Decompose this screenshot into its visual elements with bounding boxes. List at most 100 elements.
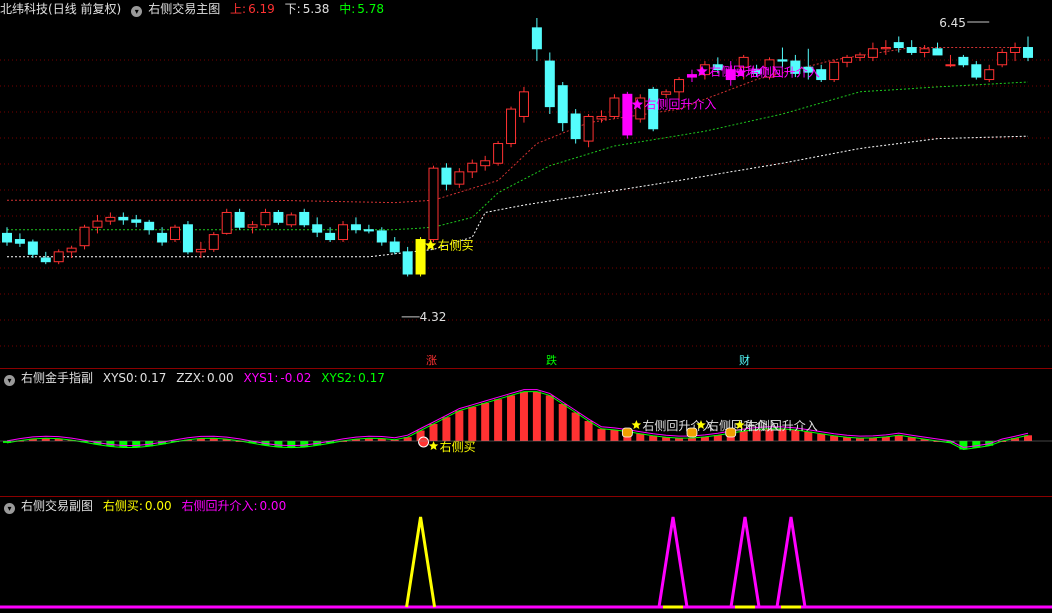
up-label: 上:: [230, 2, 247, 16]
indicator-bar: [274, 441, 283, 448]
candle: [583, 114, 594, 148]
candle: [182, 221, 193, 255]
candle-body: [273, 211, 284, 223]
candle: [609, 94, 620, 119]
right-buy-signal-label: 右侧买: [438, 237, 474, 252]
indicator-bar: [597, 428, 606, 441]
candle-body: [299, 211, 310, 226]
candle-body: [350, 224, 361, 231]
candle-body: [544, 60, 555, 108]
golden-finger-chart[interactable]: 右侧买右侧回升介入右侧回升介入右侧回升介入: [0, 369, 1052, 496]
candle: [932, 42, 943, 56]
indicator-bar: [817, 433, 826, 441]
candle-body: [286, 214, 297, 226]
readd-signal-label: 右侧回升介入:: [181, 499, 258, 513]
buy-signal-spike: [405, 516, 437, 608]
sub-indicator-pane-2[interactable]: ▾ 右侧交易副图 右侧买: 0.00 右侧回升介入: 0.00: [0, 497, 1052, 613]
candle-body: [66, 247, 77, 253]
candle-body: [829, 61, 840, 81]
candle-body: [389, 241, 400, 253]
candle: [40, 251, 51, 265]
candle: [144, 219, 155, 235]
candle: [622, 91, 633, 139]
readd-signal-value: 0.00: [259, 499, 287, 513]
candle: [906, 40, 917, 55]
main-chart-pane[interactable]: 6.454.32右侧买右侧回升介入右侧回升介入右侧回升介入涨跌财 北纬科技(日线…: [0, 0, 1052, 368]
indicator-bar: [972, 441, 981, 448]
candle-body: [131, 219, 142, 223]
candle: [118, 212, 129, 225]
candle-body: [854, 54, 865, 58]
sub2-title[interactable]: 右侧交易副图: [21, 499, 93, 513]
candle: [480, 155, 491, 171]
xys0-label: XYS0:: [102, 371, 138, 385]
candle: [234, 208, 245, 230]
indicator-bar: [132, 441, 141, 448]
candle-body: [686, 74, 697, 78]
candle-body: [518, 91, 529, 117]
candle-body: [195, 248, 206, 253]
candle-body: [932, 48, 943, 56]
indicator-bar: [455, 410, 464, 441]
indicator-bar: [636, 433, 645, 441]
candle: [467, 159, 478, 178]
sub1-title[interactable]: 右侧金手指副: [21, 371, 93, 385]
candle: [867, 42, 878, 62]
candle-body: [997, 51, 1008, 66]
up-value: 6.19: [248, 2, 275, 16]
buy-signal-label: 右侧买:: [102, 499, 143, 513]
candle-body: [583, 115, 594, 142]
candle: [350, 217, 361, 234]
candle: [454, 168, 465, 188]
candle-body: [53, 251, 64, 263]
candle-body: [92, 220, 103, 228]
indicator-bar: [519, 391, 528, 441]
candle-body: [325, 232, 336, 241]
candle-body: [531, 27, 542, 50]
indicator-bar: [442, 417, 451, 441]
xys2-label: XYS2:: [321, 371, 357, 385]
candlestick-chart[interactable]: 6.454.32右侧买右侧回升介入右侧回升介入右侧回升介入涨跌财: [0, 0, 1052, 368]
candle-body: [777, 59, 788, 62]
star-icon: [428, 441, 439, 450]
candle-body: [14, 239, 25, 244]
candle: [919, 45, 930, 58]
chevron-down-icon[interactable]: ▾: [4, 503, 15, 514]
candle-body: [338, 224, 349, 241]
sub-indicator-pane-1[interactable]: 右侧买 右侧回升介入 右侧回升介入 右侧回升介入 ▾ 右侧金手指副 XYS0: 0.17 …: [0, 369, 1052, 496]
indicator-bar: [494, 399, 503, 441]
down-label: 下:: [284, 2, 301, 16]
candle-body: [919, 48, 930, 53]
candle-body: [506, 108, 517, 145]
event-tag-label: 财: [739, 353, 750, 367]
xys1-value: -0.02: [280, 371, 312, 385]
candle: [945, 54, 956, 68]
chevron-down-icon[interactable]: ▾: [131, 6, 143, 17]
down-value: 5.38: [302, 2, 330, 16]
stock-name: 北纬科技: [0, 2, 49, 16]
candle: [286, 212, 297, 228]
candle-body: [415, 239, 426, 275]
indicator-bar: [545, 395, 554, 441]
star-icon: [631, 420, 642, 429]
candle-body: [118, 216, 129, 221]
sub1-header: ▾ 右侧金手指副 XYS0: 0.17 ZZX: 0.00 XYS1: -0.02 XY…: [0, 369, 391, 387]
indicator-bar: [429, 423, 438, 441]
candle-body: [493, 143, 504, 164]
candle: [506, 106, 517, 148]
event-tag-label: 跌: [546, 353, 557, 367]
candle: [958, 54, 969, 68]
candle: [997, 48, 1008, 68]
candle-body: [221, 211, 232, 234]
candle: [299, 208, 310, 228]
candle: [1010, 42, 1021, 62]
readd-signal-spike: [729, 516, 761, 608]
indicator-bar: [468, 406, 477, 441]
candle: [170, 224, 181, 242]
candle: [971, 61, 982, 80]
formula-name[interactable]: 右侧交易主图: [148, 2, 220, 16]
chevron-down-icon[interactable]: ▾: [4, 375, 15, 386]
candle-body: [234, 211, 245, 228]
candle: [157, 227, 168, 246]
candle: [842, 54, 853, 68]
